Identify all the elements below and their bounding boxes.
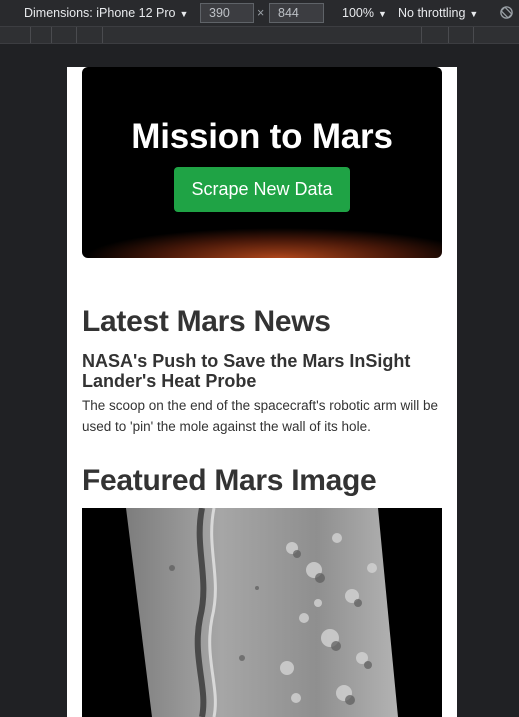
- device-label: Dimensions: iPhone 12 Pro: [24, 6, 176, 20]
- zoom-dropdown[interactable]: 100% ▼: [342, 0, 387, 26]
- ruler-tick: [76, 27, 77, 43]
- news-title: NASA's Push to Save the Mars InSight Lan…: [82, 351, 411, 391]
- device-canvas: Mission to Mars Scrape New Data Latest M…: [0, 45, 519, 717]
- width-input[interactable]: 390: [200, 3, 254, 23]
- ruler-tick: [421, 27, 422, 43]
- chevron-down-icon: ▼: [179, 9, 189, 19]
- scrape-button[interactable]: Scrape New Data: [174, 167, 350, 212]
- page-viewport[interactable]: Mission to Mars Scrape New Data Latest M…: [67, 67, 457, 717]
- throttling-label: No throttling: [398, 6, 466, 20]
- news-heading: Latest Mars News: [82, 305, 331, 338]
- featured-heading: Featured Mars Image: [82, 464, 377, 497]
- ruler-tick: [30, 27, 31, 43]
- ruler-tick: [51, 27, 52, 43]
- ruler-tick: [473, 27, 474, 43]
- news-paragraph: The scoop on the end of the spacecraft's…: [82, 398, 439, 434]
- throttling-dropdown[interactable]: No throttling ▼: [398, 0, 478, 26]
- zoom-label: 100%: [342, 6, 374, 20]
- device-dropdown[interactable]: Dimensions: iPhone 12 Pro ▼: [24, 0, 188, 26]
- dimension-separator: ×: [257, 6, 265, 20]
- chevron-down-icon: ▼: [377, 9, 387, 19]
- ruler-tick: [102, 27, 103, 43]
- hero-banner: Mission to Mars Scrape New Data: [82, 67, 442, 258]
- device-toolbar: Dimensions: iPhone 12 Pro ▼ 390 × 844 100…: [0, 0, 519, 26]
- featured-mars-image[interactable]: [82, 508, 442, 717]
- chevron-down-icon: ▼: [469, 9, 479, 19]
- rotate-icon[interactable]: [499, 5, 514, 20]
- media-query-ruler[interactable]: [0, 26, 519, 44]
- height-input[interactable]: 844: [269, 3, 324, 23]
- page-title: Mission to Mars: [131, 117, 393, 156]
- ruler-tick: [448, 27, 449, 43]
